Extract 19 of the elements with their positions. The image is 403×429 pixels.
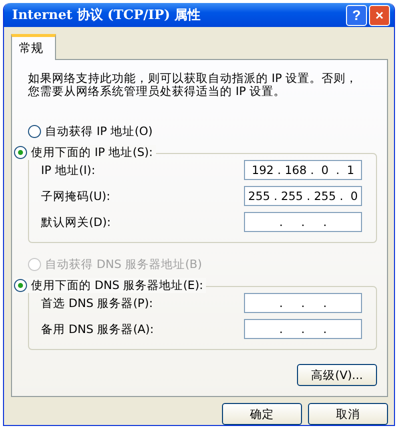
description-text: 如果网络支持此功能，则可以获取自动指派的 IP 设置。否则，您需要从网络系统管理员处获得适当的 IP 设置。 <box>28 72 358 98</box>
field-label: 默认网关(D): <box>41 214 111 230</box>
ip-address-field[interactable]: 192 . 168 . 0 . 1 <box>244 160 362 180</box>
ip-address-field[interactable]: . . . <box>244 293 362 313</box>
tab[interactable]: 常规 <box>11 34 56 60</box>
ip-address-field[interactable]: 255 . 255 . 255 . 0 <box>244 186 362 206</box>
field-label: 子网掩码(U): <box>41 188 110 204</box>
help-button[interactable]: ? <box>346 4 367 26</box>
radio-button[interactable]: 自动获得 IP 地址(O) <box>28 124 377 139</box>
field-label: 备用 DNS 服务器(A): <box>41 322 154 336</box>
advanced-button[interactable]: 高级(V)... <box>297 364 377 386</box>
ip-address-field[interactable]: . . . <box>244 319 362 339</box>
cancel-button[interactable]: 取消 <box>308 403 388 425</box>
close-button[interactable]: × <box>369 4 390 26</box>
field-label: 首选 DNS 服务器(P): <box>41 296 153 310</box>
ip-address-field[interactable]: . . . <box>244 212 362 232</box>
window-title: Internet 协议 (TCP/IP) 属性 <box>12 6 202 24</box>
ok-button[interactable]: 确定 <box>222 403 302 425</box>
field-label: IP 地址(I): <box>41 162 96 178</box>
